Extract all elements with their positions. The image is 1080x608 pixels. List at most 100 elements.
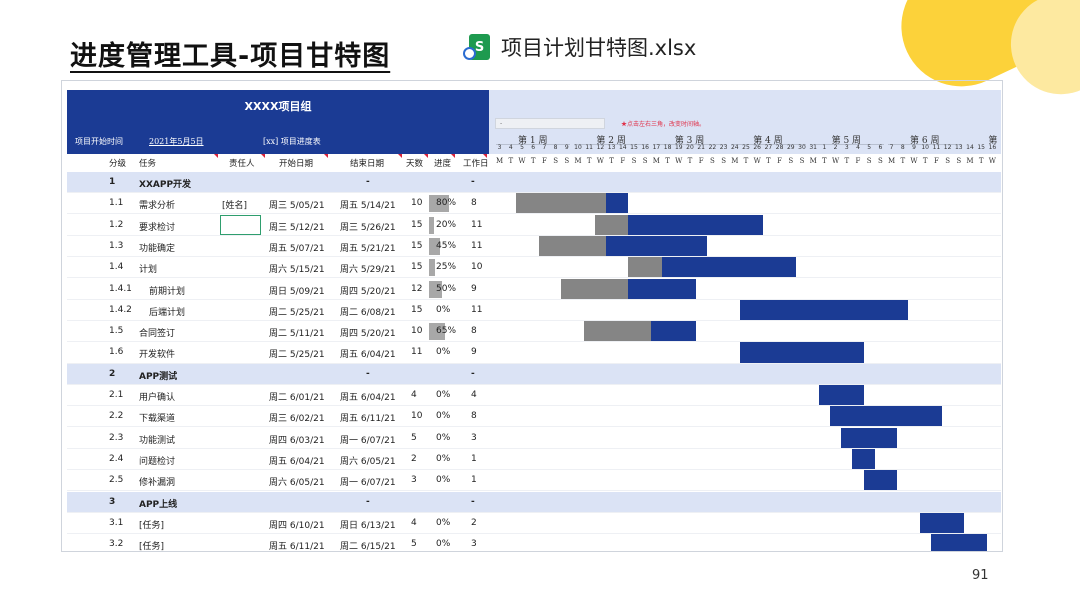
cell-days: 3 [411, 475, 417, 486]
weekday-letter: M [888, 157, 896, 165]
day-number: 6 [531, 144, 536, 151]
day-number: 7 [542, 144, 547, 151]
day-number: 11 [585, 144, 593, 151]
day-number: 13 [607, 144, 616, 151]
cell-days: 15 [411, 262, 423, 273]
dropdown-marker[interactable] [324, 154, 328, 158]
cell-progress: 65% [436, 326, 457, 337]
weekday-letter: F [933, 157, 939, 165]
weekday-letter: T [687, 157, 693, 165]
dropdown-marker[interactable] [214, 154, 218, 158]
weekday-letter: W [753, 157, 761, 165]
task-row[interactable]: 2.1 用户确认 周二 6/01/21 周五 6/04/21 4 0% 4 [67, 385, 1001, 407]
day-number: 10 [921, 144, 929, 151]
task-row[interactable]: 1.3 功能确定 周五 5/07/21 周五 5/21/21 15 45% 11 [67, 235, 1001, 258]
section-row[interactable]: 3 APP上线 - - [67, 491, 1001, 513]
cell-start: 周三 5/05/21 [269, 201, 325, 212]
cell-workdays: 8 [471, 411, 477, 422]
cell-task: 计划 [139, 265, 158, 276]
cell-workdays: 8 [471, 198, 477, 209]
cell-days: 15 [411, 240, 423, 251]
gantt-bar-complete [538, 235, 606, 257]
cell-workdays: - [471, 368, 475, 379]
weekday-letter: T [665, 157, 670, 165]
cell-id: 1.2 [109, 219, 124, 230]
task-row[interactable]: 1.2 要求检讨 周三 5/12/21 周三 5/26/21 15 20% 11 [67, 214, 1001, 236]
file-attachment[interactable]: S 项目计划甘特图.xlsx [463, 32, 696, 62]
cell-id: 1.6 [109, 347, 124, 358]
dropdown-marker[interactable] [261, 154, 265, 158]
weekday-letter: W [831, 157, 840, 165]
task-row[interactable]: 1.5 合同签订 周二 5/11/21 周四 5/20/21 10 65% 8 [67, 321, 1001, 343]
weekday-letter: M [574, 157, 582, 165]
day-number: 4 [856, 144, 860, 151]
cell-workdays: 9 [471, 347, 477, 358]
day-number: 26 [753, 144, 761, 151]
weekday-letter: S [564, 157, 570, 165]
dropdown-marker[interactable] [483, 154, 487, 158]
gantt-bar-remaining [628, 278, 696, 300]
task-row[interactable]: 1.1 需求分析 [姓名] 周三 5/05/21 周五 5/14/21 10 80% 8 [67, 193, 1001, 215]
task-row[interactable]: 2.3 功能测试 周四 6/03/21 周一 6/07/21 5 0% 3 [67, 427, 1001, 449]
cell-workdays: 11 [471, 304, 483, 315]
task-row[interactable]: 1.4.1 前期计划 周日 5/09/21 周四 5/20/21 12 50% 9 [67, 278, 1001, 300]
day-number: 27 [764, 144, 773, 151]
dropdown-marker[interactable] [424, 154, 428, 158]
cell-start: 周六 5/15/21 [269, 265, 325, 276]
file-name[interactable]: 项目计划甘特图.xlsx [501, 32, 696, 62]
day-number: 21 [697, 144, 705, 151]
cell-task: [任务] [139, 520, 165, 531]
day-number: 8 [553, 144, 558, 151]
selected-cell[interactable] [220, 215, 261, 235]
weekday-letter: S [721, 157, 726, 165]
section-row[interactable]: 1 XXAPP开发 - - [67, 172, 1001, 194]
cell-end: 周五 5/14/21 [340, 201, 396, 212]
weekday-letter: W [596, 157, 604, 165]
start-value[interactable]: 2021年5月5日 [149, 136, 204, 147]
col-workdays: 工作日 [463, 159, 489, 169]
day-number: 14 [618, 144, 627, 151]
task-row[interactable]: 3.2 [任务] 周五 6/11/21 周二 6/15/21 5 0% 3 [67, 534, 1001, 551]
task-row[interactable]: 3.1 [任务] 周四 6/10/21 周日 6/13/21 4 0% 2 [67, 512, 1001, 534]
col-task: 任务 [139, 159, 157, 169]
cell-progress: 0% [436, 517, 451, 528]
task-row[interactable]: 1.4.2 后端计划 周二 5/25/21 周二 6/08/21 15 0% 11 [67, 299, 1001, 321]
cell-id: 3.2 [109, 539, 124, 550]
gantt-bar-remaining [628, 214, 763, 236]
scroll-input[interactable]: - [495, 118, 605, 129]
gantt-bar-remaining [606, 235, 707, 257]
day-number: 20 [686, 144, 694, 151]
day-number: 4 [508, 144, 513, 151]
dropdown-marker[interactable] [398, 154, 402, 158]
cell-start: - [366, 368, 370, 379]
cell-task: 修补漏洞 [139, 478, 176, 489]
cell-start: 周五 6/04/21 [269, 456, 325, 467]
task-row[interactable]: 1.4 计划 周六 5/15/21 周六 5/29/21 15 25% 10 [67, 257, 1001, 279]
weekday-letter: M [496, 157, 504, 165]
weekday-letter: F [855, 157, 861, 165]
cell-end: 周六 6/05/21 [340, 456, 396, 467]
weekday-letter: W [518, 157, 526, 165]
cell-start: 周四 6/03/21 [269, 435, 325, 446]
progress-bar [429, 259, 436, 277]
dropdown-marker[interactable] [451, 154, 455, 158]
cell-id: 2.3 [109, 432, 124, 443]
task-row[interactable]: 1.6 开发软件 周二 5/25/21 周五 6/04/21 11 0% 9 [67, 342, 1001, 364]
page-number: 91 [972, 568, 989, 583]
weekday-letter: T [922, 157, 928, 165]
cell-workdays: 11 [471, 219, 483, 230]
cell-task: 功能确定 [139, 243, 176, 254]
task-row[interactable]: 2.4 问题检讨 周五 6/04/21 周六 6/05/21 2 0% 1 [67, 448, 1001, 471]
section-row[interactable]: 2 APP测试 - - [67, 363, 1001, 385]
cell-task: 下载渠道 [139, 414, 176, 425]
task-row[interactable]: 2.5 修补漏洞 周六 6/05/21 周一 6/07/21 3 0% 1 [67, 470, 1001, 492]
day-number: 9 [912, 144, 916, 151]
weekday-letter: S [799, 157, 805, 165]
cell-workdays: 9 [471, 283, 477, 294]
progress-table-label: [xx] 项目进度表 [263, 137, 321, 146]
day-number: 11 [932, 144, 941, 151]
cell-start: 周二 5/25/21 [269, 350, 325, 361]
cell-workdays: 10 [471, 262, 483, 273]
cell-id: 3 [109, 496, 116, 507]
task-row[interactable]: 2.2 下载渠道 周三 6/02/21 周五 6/11/21 10 0% 8 [67, 406, 1001, 428]
